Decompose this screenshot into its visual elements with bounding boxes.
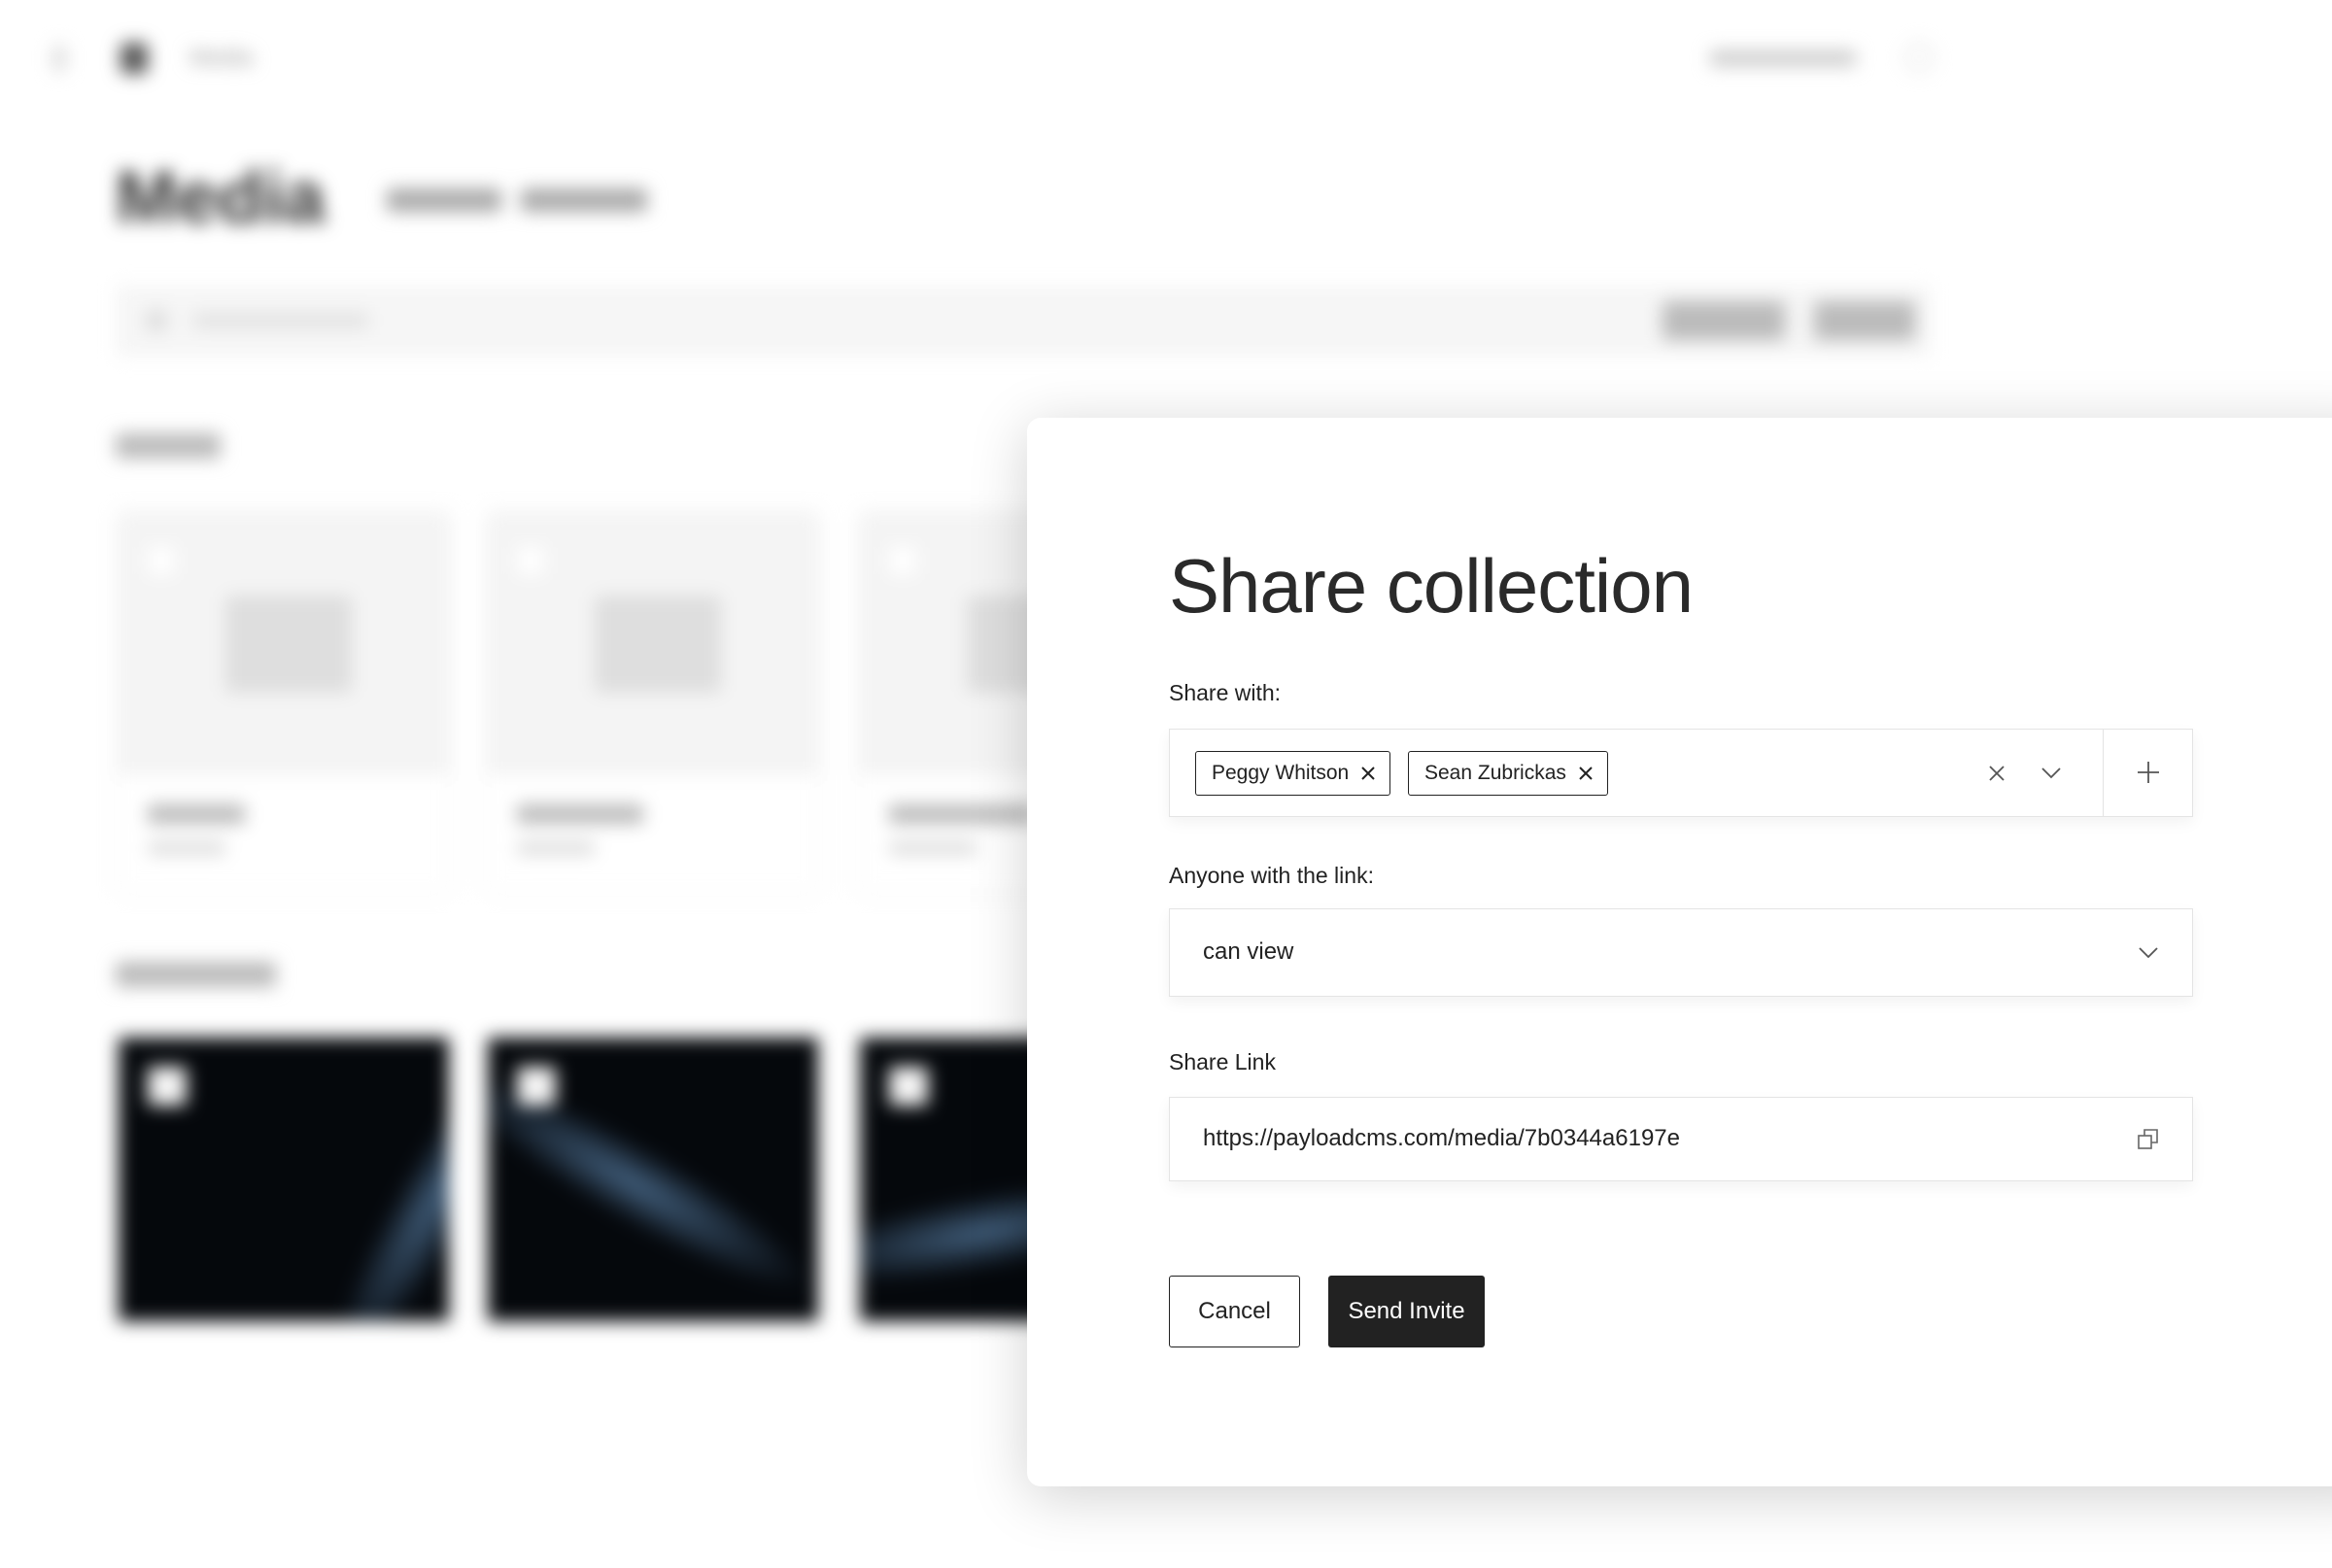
send-invite-button[interactable]: Send Invite [1328, 1276, 1485, 1347]
chevron-down-icon[interactable] [2040, 767, 2062, 780]
document-card [119, 1038, 449, 1321]
recipient-name: Peggy Whitson [1212, 762, 1350, 784]
share-collection-modal: Share collection Share with: Peggy Whits… [1027, 418, 2332, 1486]
bulk-upload-pill [521, 188, 647, 212]
link-access-label: Anyone with the link: [1169, 863, 1374, 888]
search-bar [116, 286, 1931, 357]
copy-icon[interactable] [2138, 1129, 2159, 1150]
folder-card [119, 513, 449, 892]
plus-icon [2137, 761, 2160, 784]
share-link-label: Share Link [1169, 1049, 1276, 1074]
recipient-chip: Peggy Whitson [1195, 751, 1391, 796]
link-access-value: can view [1203, 938, 1294, 965]
logo-icon [120, 43, 148, 74]
share-link-field[interactable]: https://payloadcms.com/media/7b0344a6197… [1169, 1097, 2193, 1181]
menu-icon [52, 45, 66, 72]
breadcrumb: Media [189, 45, 254, 71]
add-recipient-button[interactable] [2103, 728, 2192, 817]
locale-selector [1710, 51, 1856, 66]
folder-card [488, 513, 818, 892]
share-with-label: Share with: [1169, 680, 1282, 705]
account-avatar [1904, 43, 1934, 72]
share-with-input[interactable]: Peggy Whitson Sean Zubrickas [1169, 728, 2193, 817]
page-title: Media [116, 156, 326, 239]
folders-heading [116, 433, 221, 459]
documents-heading [116, 962, 276, 987]
remove-recipient-icon[interactable] [1578, 766, 1594, 781]
close-icon[interactable] [1988, 765, 2006, 782]
chevron-down-icon [2138, 946, 2159, 960]
document-card [488, 1038, 818, 1321]
link-access-select[interactable]: can view [1169, 908, 2193, 997]
remove-recipient-icon[interactable] [1360, 766, 1376, 781]
modal-title: Share collection [1169, 543, 1694, 629]
create-new-pill [387, 188, 501, 212]
recipient-name: Sean Zubrickas [1424, 762, 1566, 784]
share-link-value: https://payloadcms.com/media/7b0344a6197… [1203, 1125, 1680, 1151]
recipient-chip: Sean Zubrickas [1408, 751, 1608, 796]
cancel-button[interactable]: Cancel [1169, 1276, 1300, 1347]
